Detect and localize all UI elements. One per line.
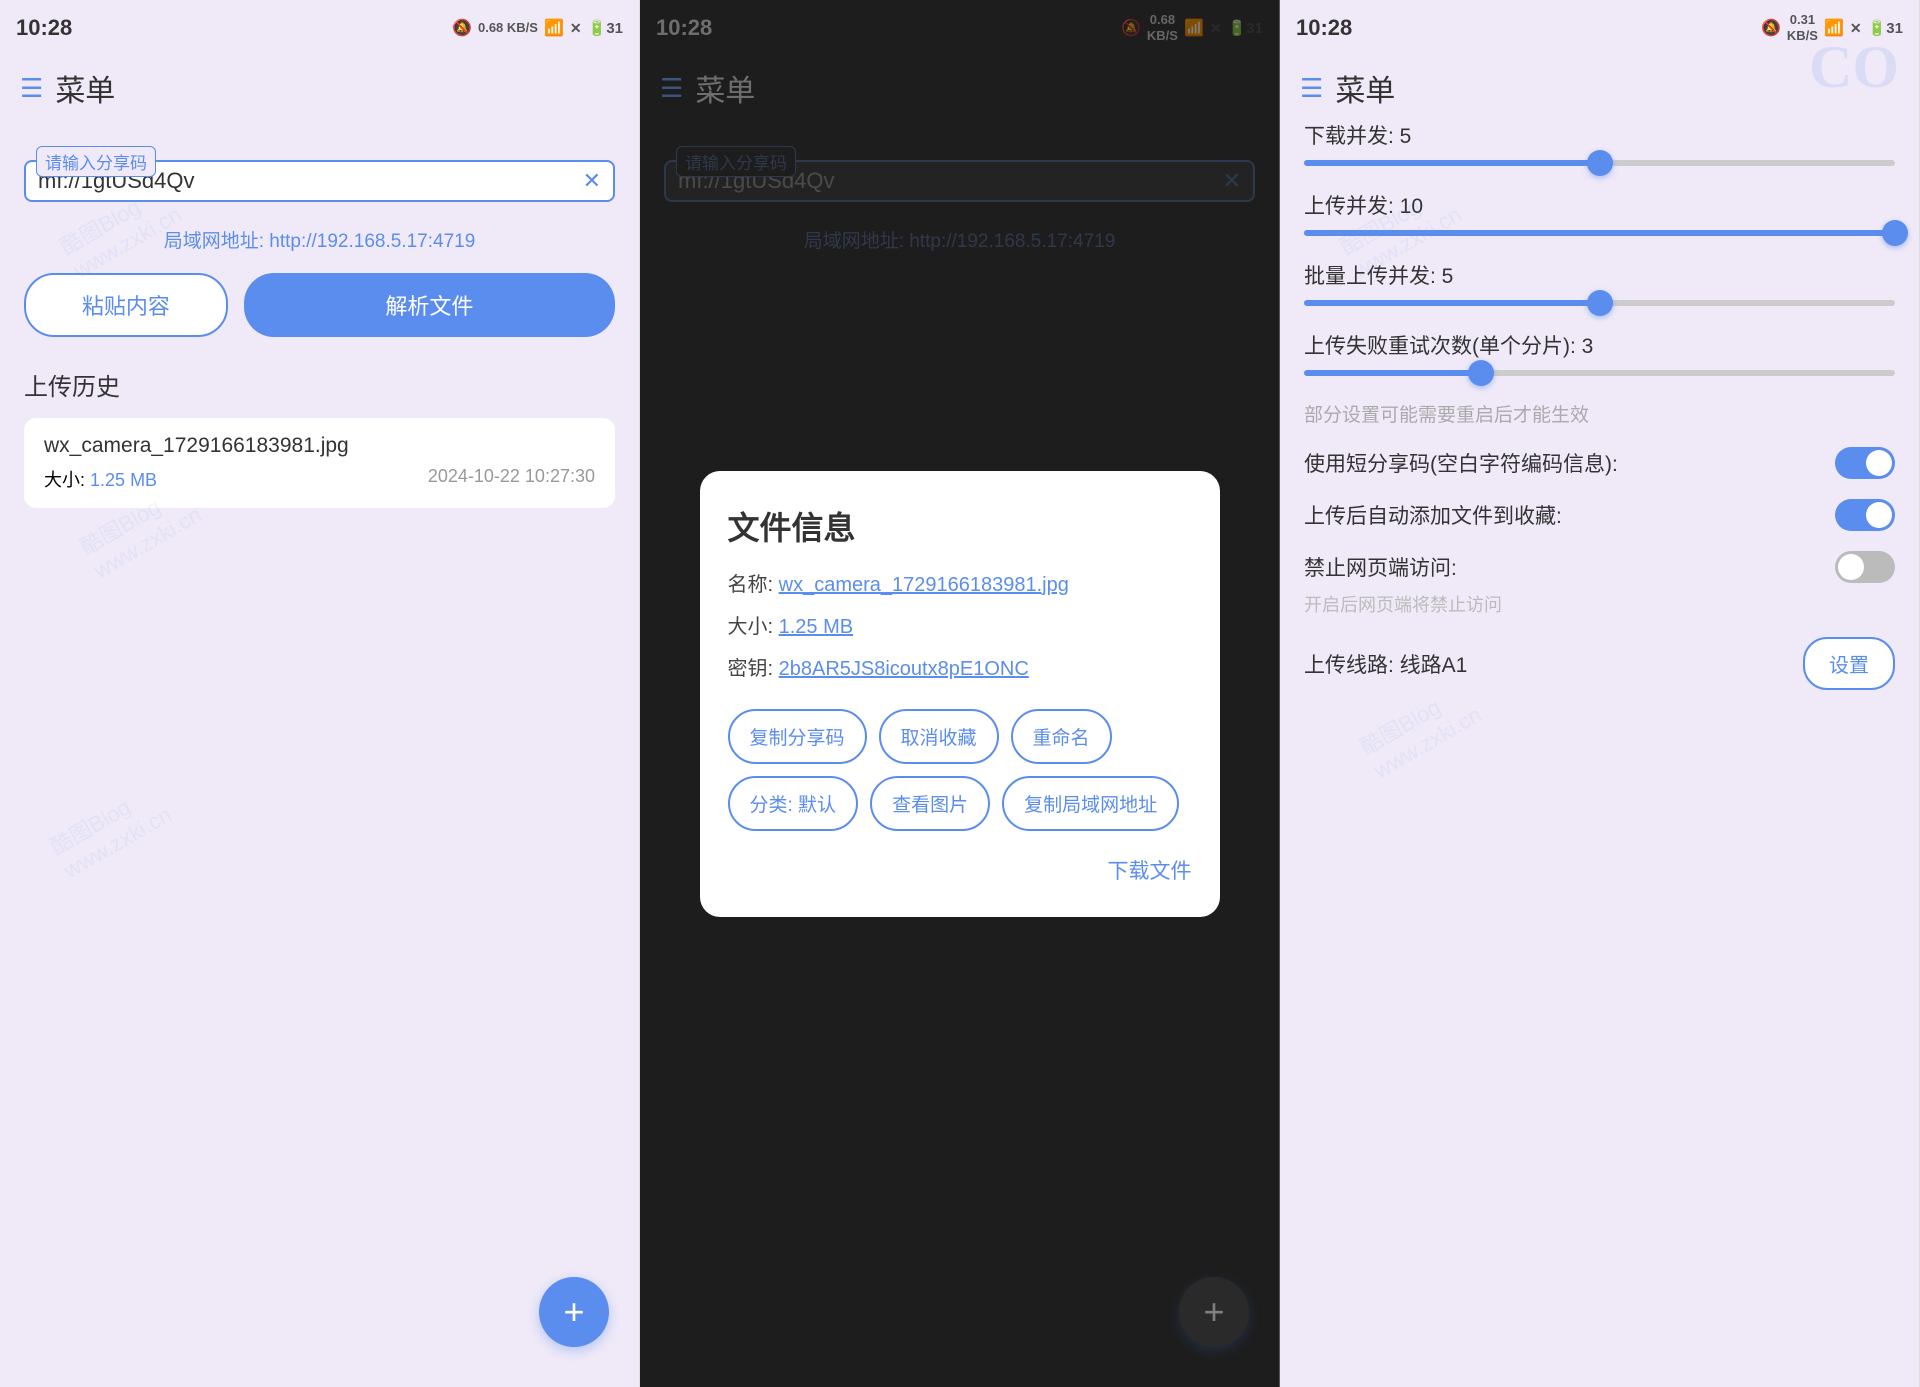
slider-thumb-download[interactable] [1587,150,1613,176]
clear-button-1[interactable]: ✕ [583,168,601,194]
route-row: 上传线路: 线路A1 设置 [1304,637,1895,690]
block-web-toggle[interactable] [1835,551,1895,583]
download-concurrent-slider[interactable] [1304,160,1895,166]
copy-share-btn[interactable]: 复制分享码 [728,709,867,764]
modal-size-row: 大小: 1.25 MB [728,611,1192,643]
signal-icon-1: ✕ [570,20,582,37]
fab-1[interactable]: + [539,1277,609,1347]
top-bar-1: ☰ 菜单 [0,56,639,120]
history-section-title-1: 上传历史 [24,367,615,402]
setting-batch-upload: 批量上传并发: 5 [1304,260,1895,306]
category-btn[interactable]: 分类: 默认 [728,776,859,831]
setting-note: 部分设置可能需要重启后才能生效 [1304,400,1895,427]
history-size-1: 大小: 1.25 MB [44,466,157,492]
slider-thumb-retry[interactable] [1468,360,1494,386]
wifi-icon-1: 📶 [544,18,564,38]
view-image-btn[interactable]: 查看图片 [870,776,990,831]
top-bar-3: ☰ 菜单 [1280,56,1919,120]
slider-thumb-batch[interactable] [1587,290,1613,316]
slider-thumb-upload[interactable] [1882,220,1908,246]
file-info-modal: 文件信息 名称: wx_camera_1729166183981.jpg 大小:… [700,471,1220,917]
status-time-3: 10:28 [1296,15,1352,41]
status-bar-3: 10:28 🔕 0.31KB/S 📶 ✕ 🔋31 [1280,0,1919,56]
batch-upload-slider[interactable] [1304,300,1895,306]
unfavorite-btn[interactable]: 取消收藏 [879,709,999,764]
main-content-1: 请输入分享码 ✕ 局域网地址: http://192.168.5.17:4719… [0,120,639,1387]
auto-fav-knob [1866,502,1892,528]
modal-size-value[interactable]: 1.25 MB [779,616,853,638]
modal-key-label: 密钥: [728,658,774,680]
history-filename-1: wx_camera_1729166183981.jpg [44,434,595,458]
modal-title: 文件信息 [728,503,1192,549]
retry-label: 上传失败重试次数(单个分片): 3 [1304,330,1895,360]
modal-footer: 下载文件 [728,855,1192,885]
route-settings-btn[interactable]: 设置 [1803,637,1895,690]
status-time-1: 10:28 [16,15,72,41]
copy-local-btn[interactable]: 复制局域网地址 [1002,776,1179,831]
status-bar-1: 10:28 🔕 0.68 KB/S 📶 ✕ 🔋31 [0,0,639,56]
retry-slider[interactable] [1304,370,1895,376]
modal-name-value[interactable]: wx_camera_1729166183981.jpg [779,574,1069,596]
setting-download-concurrent: 下载并发: 5 [1304,120,1895,166]
modal-name-label: 名称: [728,574,774,596]
slider-fill-upload [1304,230,1895,236]
rename-btn[interactable]: 重命名 [1011,709,1112,764]
share-code-input-group-1: 请输入分享码 ✕ [24,160,615,202]
history-meta-1: 大小: 1.25 MB 2024-10-22 10:27:30 [44,466,595,492]
modal-size-label: 大小: [728,616,774,638]
modal-key-row: 密钥: 2b8AR5JS8icoutx8pE1ONC [728,653,1192,685]
wifi-icon-3: 📶 [1824,18,1844,38]
mute-icon: 🔕 [452,18,472,38]
modal-name-row: 名称: wx_camera_1729166183981.jpg [728,569,1192,601]
menu-icon-1[interactable]: ☰ [20,73,43,104]
slider-fill-batch [1304,300,1600,306]
block-web-knob [1838,554,1864,580]
block-web-toggle-row: 禁止网页端访问: [1304,551,1895,583]
settings-content: 下载并发: 5 上传并发: 10 批量上传并发: 5 上传失败重试次数(单个 [1280,120,1919,1387]
block-web-note: 开启后网页端将禁止访问 [1304,591,1895,617]
paste-button-1[interactable]: 粘贴内容 [24,273,228,337]
panel-main: 酷图Blogwww.zxki.cn 酷图Blogwww.zxki.cn 酷图Bl… [0,0,640,1387]
route-label: 上传线路: 线路A1 [1304,649,1467,679]
page-title-3: 菜单 [1335,66,1395,110]
setting-retry: 上传失败重试次数(单个分片): 3 [1304,330,1895,376]
signal-x-3: ✕ [1850,20,1862,37]
short-code-toggle-row: 使用短分享码(空白字符编码信息): [1304,447,1895,479]
auto-fav-label: 上传后自动添加文件到收藏: [1304,500,1562,530]
battery-1: 🔋31 [588,19,623,37]
page-title-1: 菜单 [55,66,115,110]
short-code-toggle[interactable] [1835,447,1895,479]
block-web-label: 禁止网页端访问: [1304,552,1457,582]
history-item-1[interactable]: wx_camera_1729166183981.jpg 大小: 1.25 MB … [24,418,615,508]
parse-button-1[interactable]: 解析文件 [244,273,615,337]
history-date-1: 2024-10-22 10:27:30 [428,466,595,492]
download-link[interactable]: 下载文件 [1108,860,1192,883]
input-floating-label-1: 请输入分享码 [36,146,156,177]
slider-fill-download [1304,160,1600,166]
auto-fav-toggle[interactable] [1835,499,1895,531]
short-code-label: 使用短分享码(空白字符编码信息): [1304,448,1618,478]
upload-concurrent-label: 上传并发: 10 [1304,190,1895,220]
modal-overlay: 文件信息 名称: wx_camera_1729166183981.jpg 大小:… [640,0,1279,1387]
short-code-knob [1866,450,1892,476]
menu-icon-3[interactable]: ☰ [1300,73,1323,104]
slider-fill-retry [1304,370,1481,376]
batch-upload-label: 批量上传并发: 5 [1304,260,1895,290]
download-concurrent-label: 下载并发: 5 [1304,120,1895,150]
modal-actions: 复制分享码 取消收藏 重命名 分类: 默认 查看图片 复制局域网地址 [728,709,1192,831]
kbs-1: 0.68 KB/S [478,20,538,36]
status-icons-1: 🔕 0.68 KB/S 📶 ✕ 🔋31 [452,18,623,38]
status-icons-3: 🔕 0.31KB/S 📶 ✕ 🔋31 [1761,12,1903,43]
modal-key-value[interactable]: 2b8AR5JS8icoutx8pE1ONC [779,658,1029,680]
panel-settings: 酷图Blogwww.zxki.cn 酷图Blogwww.zxki.cn CO 1… [1280,0,1920,1387]
battery-3: 🔋31 [1868,19,1903,37]
setting-upload-concurrent: 上传并发: 10 [1304,190,1895,236]
panel-modal: 10:28 🔕 0.68KB/S 📶 ✕ 🔋31 ☰ 菜单 请输入分享码 ✕ 局… [640,0,1280,1387]
kbs-3: 0.31KB/S [1787,12,1818,43]
local-address-1: 局域网地址: http://192.168.5.17:4719 [24,226,615,253]
upload-concurrent-slider[interactable] [1304,230,1895,236]
mute-icon-3: 🔕 [1761,18,1781,38]
auto-fav-toggle-row: 上传后自动添加文件到收藏: [1304,499,1895,531]
action-buttons-1: 粘贴内容 解析文件 [24,273,615,337]
